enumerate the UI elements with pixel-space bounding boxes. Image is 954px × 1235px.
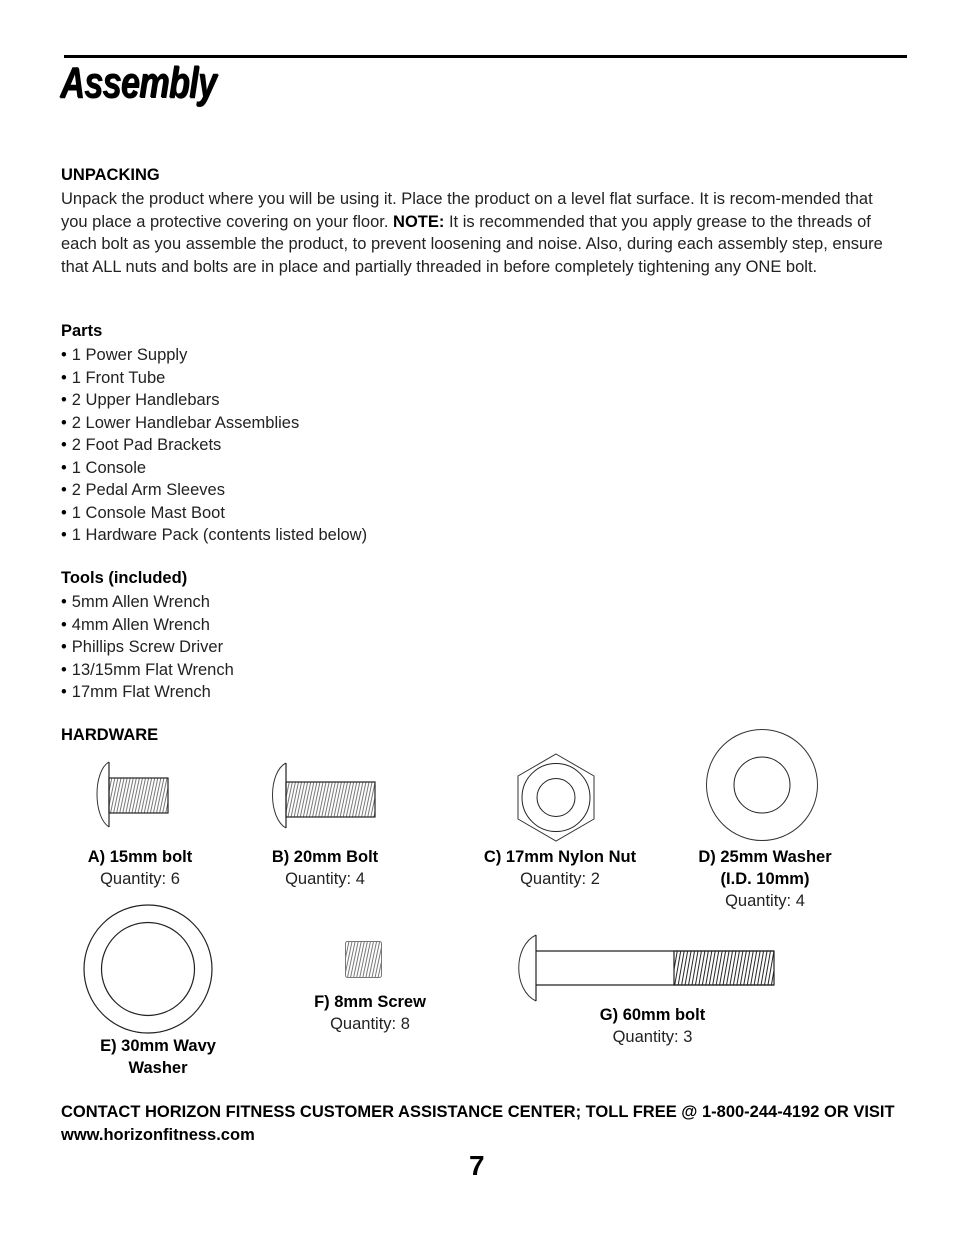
item-name: A) 15mm bolt [87, 848, 193, 866]
item-name-line2: Washer [128, 1059, 188, 1077]
tools-list: 5mm Allen Wrench 4mm Allen Wrench Philli… [61, 591, 234, 704]
washer-icon [706, 729, 818, 841]
tools-heading: Tools (included) [61, 569, 188, 587]
unpacking-heading: UNPACKING [61, 166, 160, 184]
list-item: 2 Lower Handlebar Assemblies [61, 412, 367, 435]
note-label: NOTE: [393, 212, 445, 231]
list-item: 1 Console Mast Boot [61, 502, 367, 525]
item-quantity: Quantity: 2 [520, 870, 600, 888]
wavy-washer-icon [83, 904, 213, 1034]
list-item: 4mm Allen Wrench [61, 614, 234, 637]
bolt-15mm-icon [96, 761, 169, 828]
hardware-item-d: D) 25mm Washer (I.D. 10mm) Quantity: 4 [675, 846, 855, 912]
item-quantity: Quantity: 3 [612, 1028, 693, 1046]
unpacking-paragraph: Unpack the product where you will be usi… [61, 188, 901, 278]
parts-list: 1 Power Supply 1 Front Tube 2 Upper Hand… [61, 344, 367, 547]
list-item: 2 Upper Handlebars [61, 389, 367, 412]
list-item: 1 Hardware Pack (contents listed below) [61, 524, 367, 547]
hardware-item-g: G) 60mm bolt Quantity: 3 [565, 1004, 740, 1048]
list-item: 2 Foot Pad Brackets [61, 434, 367, 457]
item-name: E) 30mm Wavy [100, 1037, 216, 1055]
list-item: Phillips Screw Driver [61, 636, 234, 659]
long-bolt-icon [518, 934, 775, 1002]
item-name-line2: (I.D. 10mm) [720, 870, 810, 888]
list-item: 1 Front Tube [61, 367, 367, 390]
hardware-item-f: F) 8mm Screw Quantity: 8 [295, 991, 445, 1035]
list-item: 17mm Flat Wrench [61, 681, 234, 704]
hardware-item-e: E) 30mm Wavy Washer [68, 1035, 248, 1079]
hex-nut-icon [517, 753, 595, 842]
item-quantity: Quantity: 6 [100, 870, 180, 888]
item-quantity: Quantity: 4 [725, 892, 805, 910]
hardware-item-c: C) 17mm Nylon Nut Quantity: 2 [460, 846, 660, 890]
bolt-20mm-icon [272, 762, 376, 829]
list-item: 13/15mm Flat Wrench [61, 659, 234, 682]
page-number: 7 [469, 1150, 485, 1181]
list-item: 1 Power Supply [61, 344, 367, 367]
hardware-item-b: B) 20mm Bolt Quantity: 4 [245, 846, 405, 890]
set-screw-icon [345, 941, 382, 978]
item-quantity: Quantity: 8 [330, 1015, 410, 1033]
list-item: 5mm Allen Wrench [61, 591, 234, 614]
item-name: G) 60mm bolt [599, 1006, 706, 1024]
item-name: B) 20mm Bolt [271, 848, 379, 866]
contact-footer: CONTACT HORIZON FITNESS CUSTOMER ASSISTA… [61, 1103, 895, 1144]
hardware-heading: HARDWARE [61, 726, 159, 744]
item-name: C) 17mm Nylon Nut [483, 848, 637, 866]
list-item: 2 Pedal Arm Sleeves [61, 479, 367, 502]
item-name: D) 25mm Washer [698, 848, 832, 866]
parts-heading: Parts [61, 322, 103, 340]
page-title: Assembly [60, 58, 217, 107]
item-name: F) 8mm Screw [314, 993, 426, 1011]
item-quantity: Quantity: 4 [285, 870, 365, 888]
list-item: 1 Console [61, 457, 367, 480]
hardware-item-a: A) 15mm bolt Quantity: 6 [60, 846, 220, 890]
